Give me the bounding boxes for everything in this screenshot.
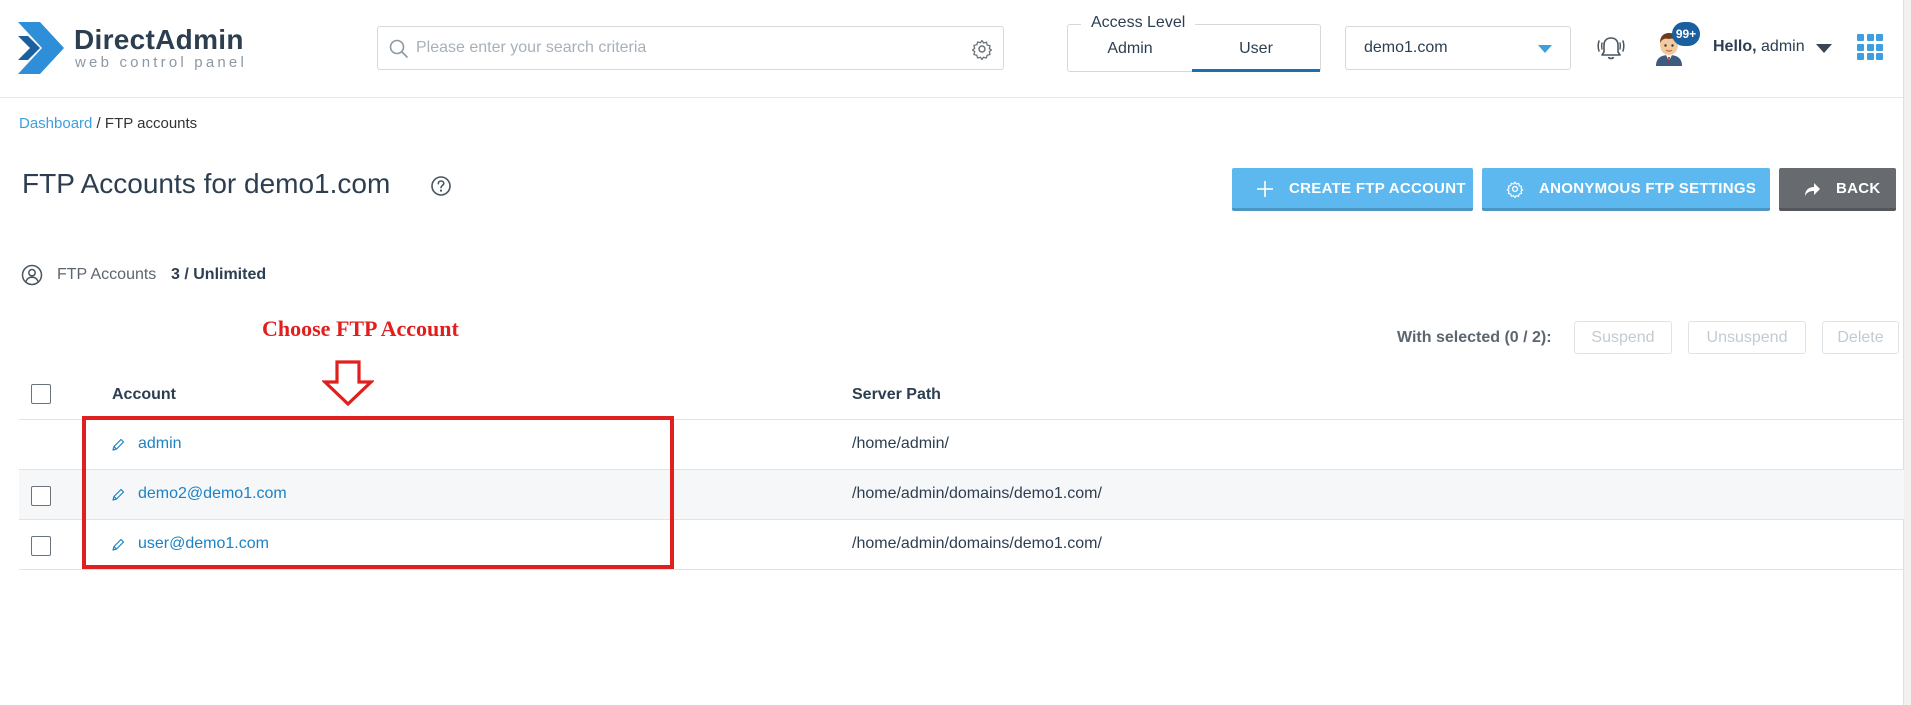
- notification-badge: 99+: [1672, 22, 1700, 46]
- pencil-icon[interactable]: [111, 488, 125, 502]
- search-settings-icon[interactable]: [971, 38, 993, 60]
- table-row: admin /home/admin/: [19, 420, 1904, 470]
- create-ftp-account-label: CREATE FTP ACCOUNT: [1289, 180, 1466, 197]
- breadcrumb-dashboard-link[interactable]: Dashboard: [19, 115, 92, 132]
- plus-icon: [1257, 181, 1273, 197]
- domain-select-value: demo1.com: [1364, 39, 1448, 56]
- row-checkbox[interactable]: [31, 486, 51, 506]
- account-link[interactable]: admin: [138, 435, 182, 453]
- share-arrow-icon: [1805, 183, 1820, 196]
- server-path: /home/admin/: [852, 435, 949, 452]
- breadcrumb-current: FTP accounts: [104, 115, 198, 132]
- table-row: user@demo1.com /home/admin/domains/demo1…: [19, 520, 1904, 570]
- apps-grid-icon[interactable]: [1857, 34, 1883, 60]
- suspend-button[interactable]: Suspend: [1574, 321, 1672, 354]
- anonymous-ftp-settings-label: ANONYMOUS FTP SETTINGS: [1539, 180, 1757, 197]
- account-link[interactable]: demo2@demo1.com: [138, 485, 287, 503]
- table-header: Account Server Path: [19, 368, 1904, 420]
- column-header-server-path[interactable]: Server Path: [852, 386, 941, 404]
- delete-button[interactable]: Delete: [1822, 321, 1899, 354]
- pencil-icon[interactable]: [111, 538, 125, 552]
- select-all-checkbox[interactable]: [31, 384, 51, 404]
- unsuspend-button[interactable]: Unsuspend: [1688, 321, 1806, 354]
- chevron-down-icon: [1538, 45, 1552, 53]
- logo-title: DirectAdmin: [74, 24, 244, 55]
- search-box: [377, 26, 1004, 70]
- access-tab-user[interactable]: User: [1192, 38, 1320, 72]
- username: admin: [1761, 38, 1805, 55]
- with-selected-label: With selected (0 / 2):: [1397, 329, 1552, 346]
- server-path: /home/admin/domains/demo1.com/: [852, 485, 1102, 502]
- user-menu-caret-icon[interactable]: [1816, 44, 1832, 53]
- pencil-icon[interactable]: [111, 438, 125, 452]
- page-title: FTP Accounts for demo1.com: [22, 168, 391, 199]
- logo[interactable]: DirectAdmin web control panel: [18, 20, 258, 80]
- gear-icon: [1506, 181, 1524, 198]
- help-icon[interactable]: [430, 175, 452, 197]
- table-row: demo2@demo1.com /home/admin/domains/demo…: [19, 470, 1904, 520]
- user-circle-icon: [21, 264, 43, 286]
- server-path: /home/admin/domains/demo1.com/: [852, 535, 1102, 552]
- logo-subtitle: web control panel: [75, 54, 247, 71]
- logo-chevron-icon: [18, 22, 64, 74]
- row-checkbox[interactable]: [31, 536, 51, 556]
- breadcrumb-separator: /: [92, 115, 105, 132]
- top-header: DirectAdmin web control panel Access Lev…: [0, 0, 1911, 98]
- ftp-accounts-stat-value: 3 / Unlimited: [171, 266, 267, 283]
- hello-prefix: Hello,: [1713, 38, 1757, 55]
- user-menu[interactable]: Hello, admin: [1713, 38, 1805, 56]
- access-level-label: Access Level: [1081, 14, 1196, 32]
- access-tab-admin[interactable]: Admin: [1068, 38, 1192, 72]
- ftp-accounts-stat-label: FTP Accounts: [57, 266, 157, 283]
- search-input[interactable]: [416, 35, 956, 61]
- search-icon: [389, 39, 408, 58]
- breadcrumb: Dashboard / FTP accounts: [19, 115, 197, 132]
- page-scrollbar[interactable]: [1903, 0, 1911, 705]
- create-ftp-account-button[interactable]: CREATE FTP ACCOUNT: [1232, 168, 1473, 211]
- ftp-accounts-table: Account Server Path admin /home/admin/ d…: [19, 368, 1904, 570]
- back-label: BACK: [1836, 180, 1881, 197]
- column-header-account[interactable]: Account: [112, 386, 176, 404]
- annotation-text: Choose FTP Account: [262, 316, 459, 341]
- back-button[interactable]: BACK: [1779, 168, 1896, 211]
- anonymous-ftp-settings-button[interactable]: ANONYMOUS FTP SETTINGS: [1482, 168, 1770, 211]
- account-link[interactable]: user@demo1.com: [138, 535, 269, 553]
- notification-bell-icon[interactable]: [1594, 30, 1628, 64]
- domain-select[interactable]: demo1.com: [1345, 26, 1571, 70]
